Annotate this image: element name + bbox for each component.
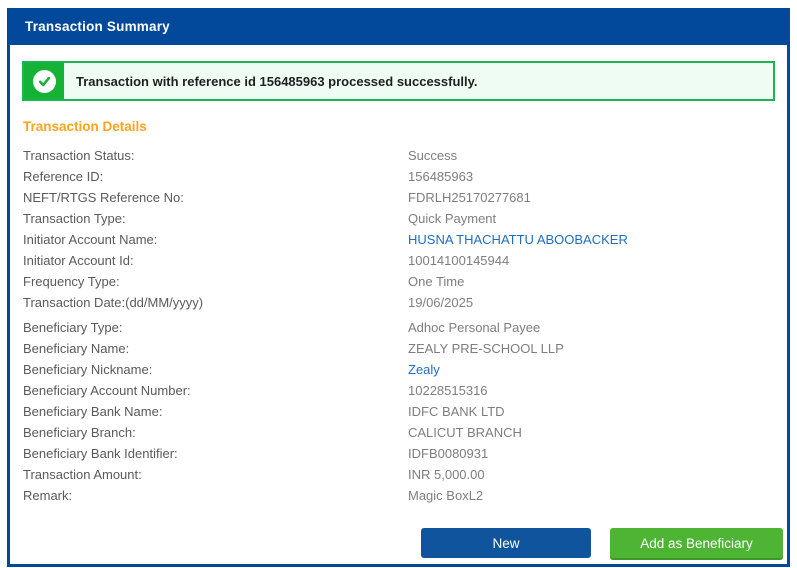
detail-row: Initiator Account Id: 10014100145944 [23,250,787,271]
detail-label: Transaction Status: [23,148,135,163]
detail-row: Beneficiary Type: Adhoc Personal Payee [23,317,787,338]
detail-row: Transaction Status: Success [23,145,787,166]
beneficiary-type-value: Adhoc Personal Payee [408,320,541,335]
detail-label: Transaction Date:(dd/MM/yyyy) [23,295,204,310]
beneficiary-branch-value: CALICUT BRANCH [408,425,522,440]
detail-label: Initiator Account Id: [23,253,134,268]
detail-label: Transaction Type: [23,211,126,226]
detail-row: Reference ID: 156485963 [23,166,787,187]
detail-row: Frequency Type: One Time [23,271,787,292]
detail-row: Transaction Date:(dd/MM/yyyy) 19/06/2025 [23,292,787,313]
detail-label: Initiator Account Name: [23,232,158,247]
transaction-details: Transaction Status: Success Reference ID… [10,145,787,558]
frequency-type-value: One Time [408,274,465,289]
detail-label: Beneficiary Branch: [23,425,136,440]
detail-label: Frequency Type: [23,274,120,289]
detail-label: Beneficiary Type: [23,320,123,335]
section-title: Transaction Details [23,119,147,134]
beneficiary-name-value: ZEALY PRE-SCHOOL LLP [408,341,564,356]
success-banner: Transaction with reference id 156485963 … [22,61,775,101]
detail-label: Beneficiary Account Number: [23,383,191,398]
detail-label: Beneficiary Bank Identifier: [23,446,178,461]
transaction-date-value: 19/06/2025 [408,295,474,310]
transaction-amount-value: INR 5,000.00 [408,467,485,482]
beneficiary-account-number-value: 10228515316 [408,383,488,398]
initiator-account-name-link[interactable]: HUSNA THACHATTU ABOOBACKER [408,229,628,250]
panel-header: Transaction Summary [10,8,787,45]
detail-row: Transaction Amount: INR 5,000.00 [23,464,787,485]
detail-label: Beneficiary Nickname: [23,362,153,377]
detail-label: Reference ID: [23,169,104,184]
detail-row: Beneficiary Account Number: 10228515316 [23,380,787,401]
neft-rtgs-reference-value: FDRLH25170277681 [408,190,531,205]
reference-id-value: 156485963 [408,169,474,184]
success-message: Transaction with reference id 156485963 … [76,73,478,89]
add-as-beneficiary-button[interactable]: Add as Beneficiary [610,528,783,558]
detail-row: Beneficiary Nickname: Zealy [23,359,787,380]
action-buttons: New Add as Beneficiary [421,528,787,558]
detail-row: Transaction Type: Quick Payment [23,208,787,229]
detail-label: Beneficiary Bank Name: [23,404,163,419]
detail-row: Beneficiary Branch: CALICUT BRANCH [23,422,787,443]
success-icon-box [24,63,64,99]
detail-label: Transaction Amount: [23,467,142,482]
new-button[interactable]: New [421,528,591,558]
detail-row: Beneficiary Bank Name: IDFC BANK LTD [23,401,787,422]
check-circle-icon [32,69,56,93]
beneficiary-bank-name-value: IDFC BANK LTD [408,404,505,419]
transaction-type-value: Quick Payment [408,211,497,226]
detail-row: Beneficiary Name: ZEALY PRE-SCHOOL LLP [23,338,787,359]
beneficiary-info-group: Beneficiary Type: Adhoc Personal Payee B… [23,317,787,506]
transaction-info-group: Transaction Status: Success Reference ID… [23,145,787,313]
page-title: Transaction Summary [25,19,170,34]
detail-row: Initiator Account Name: HUSNA THACHATTU … [23,229,787,250]
beneficiary-nickname-link[interactable]: Zealy [408,359,440,380]
detail-label: Beneficiary Name: [23,341,130,356]
beneficiary-bank-identifier-value: IDFB0080931 [408,446,489,461]
transaction-status-value: Success [408,148,458,163]
detail-row: Beneficiary Bank Identifier: IDFB0080931 [23,443,787,464]
detail-label: NEFT/RTGS Reference No: [23,190,184,205]
transaction-summary-panel: Transaction Summary Transaction with ref… [7,8,790,567]
detail-label: Remark: [23,488,73,503]
detail-row: Remark: Magic BoxL2 [23,485,787,506]
detail-row: NEFT/RTGS Reference No: FDRLH25170277681 [23,187,787,208]
initiator-account-id-value: 10014100145944 [408,253,510,268]
remark-value: Magic BoxL2 [408,488,484,503]
